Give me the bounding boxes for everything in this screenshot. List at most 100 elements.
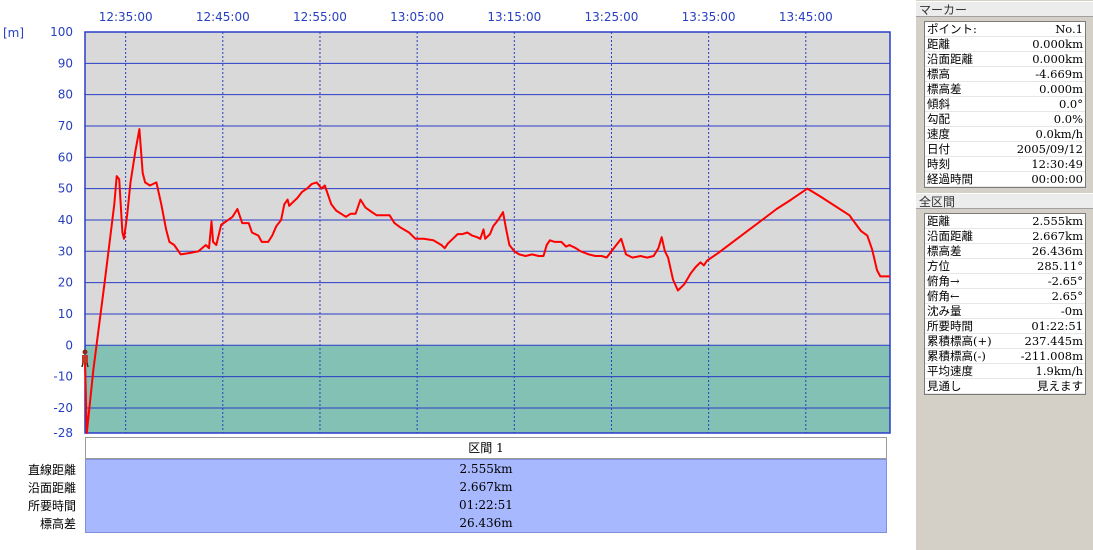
y-tick-label: 70 bbox=[58, 119, 73, 133]
marker-row-label: 標高 bbox=[927, 67, 950, 81]
marker-row: 標高 -4.669m bbox=[925, 67, 1085, 82]
marker-row: 傾斜 0.0° bbox=[925, 97, 1085, 112]
y-tick-label: 40 bbox=[58, 213, 73, 227]
summary-row-label: 標高差 bbox=[927, 244, 962, 258]
segment-label-elevation-diff: 標高差 bbox=[39, 517, 76, 531]
marker-row: 勾配 0.0% bbox=[925, 112, 1085, 127]
water-area bbox=[85, 345, 890, 433]
y-tick-label: 20 bbox=[58, 276, 73, 290]
summary-row-value: 2.65° bbox=[1051, 289, 1083, 303]
segment-surface-distance: 2.667km bbox=[459, 480, 513, 494]
segment-elevation-diff: 26.436m bbox=[459, 516, 513, 530]
marker-row: 標高差 0.000m bbox=[925, 82, 1085, 97]
y-tick-label: 50 bbox=[58, 182, 73, 196]
marker-row-label: 勾配 bbox=[927, 112, 950, 126]
summary-row-label: 所要時間 bbox=[927, 319, 973, 333]
summary-row-value: 2.667km bbox=[1032, 229, 1083, 243]
summary-row-value: 237.445m bbox=[1024, 334, 1083, 348]
marker-row: 経過時間 00:00:00 bbox=[925, 172, 1085, 187]
summary-row-value: -2.65° bbox=[1047, 274, 1083, 288]
summary-row-label: 距離 bbox=[927, 214, 950, 228]
segment-duration: 01:22:51 bbox=[459, 498, 513, 512]
marker-row-label: 時刻 bbox=[927, 157, 950, 171]
y-tick-label: 90 bbox=[58, 56, 73, 70]
marker-body bbox=[82, 355, 88, 364]
x-tick-label: 13:05:00 bbox=[390, 10, 444, 24]
segment-straight-distance: 2.555km bbox=[459, 462, 513, 476]
marker-row: ポイント: No.1 bbox=[925, 22, 1085, 37]
marker-row-value: 0.0km/h bbox=[1035, 127, 1083, 141]
segment-values[interactable]: 2.555km 2.667km 01:22:51 26.436m bbox=[85, 459, 887, 533]
summary-row-value: 26.436m bbox=[1031, 244, 1083, 258]
marker-row-label: 距離 bbox=[927, 37, 950, 51]
summary-row: 累積標高(-) -211.008m bbox=[925, 349, 1085, 364]
summary-row-label: 沿面距離 bbox=[927, 229, 973, 243]
x-tick-label: 13:25:00 bbox=[585, 10, 639, 24]
marker-head bbox=[82, 349, 88, 355]
marker-row: 時刻 12:30:49 bbox=[925, 157, 1085, 172]
y-axis-unit-label: [m] bbox=[3, 26, 24, 40]
y-tick-label: 10 bbox=[58, 307, 73, 321]
summary-row: 標高差 26.436m bbox=[925, 244, 1085, 259]
x-tick-label: 12:45:00 bbox=[196, 10, 250, 24]
summary-row: 距離 2.555km bbox=[925, 214, 1085, 229]
summary-row-value: 2.555km bbox=[1032, 214, 1083, 228]
summary-row: 所要時間 01:22:51 bbox=[925, 319, 1085, 334]
marker-leg bbox=[86, 362, 89, 368]
y-tick-label: 0 bbox=[65, 338, 73, 352]
y-tick-label: -10 bbox=[53, 370, 73, 384]
summary-row: 累積標高(+) 237.445m bbox=[925, 334, 1085, 349]
summary-row: 沈み量 -0m bbox=[925, 304, 1085, 319]
marker-row-value: 12:30:49 bbox=[1031, 157, 1083, 171]
marker-row-value: 2005/09/12 bbox=[1016, 142, 1083, 156]
marker-row-label: 速度 bbox=[927, 127, 950, 141]
summary-row-value: -211.008m bbox=[1020, 349, 1083, 363]
marker-row-value: -4.669m bbox=[1035, 67, 1083, 81]
segment-header[interactable]: 区間 1 bbox=[85, 437, 887, 459]
summary-row-label: 累積標高(-) bbox=[927, 349, 986, 363]
marker-section-header[interactable]: マーカー bbox=[916, 1, 1093, 17]
summary-row: 方位 285.11° bbox=[925, 259, 1085, 274]
marker-row-value: 0.000m bbox=[1039, 82, 1083, 96]
marker-row: 沿面距離 0.000km bbox=[925, 52, 1085, 67]
summary-row: 俯角→ -2.65° bbox=[925, 274, 1085, 289]
marker-row-label: 日付 bbox=[927, 142, 950, 156]
x-tick-label: 13:35:00 bbox=[682, 10, 736, 24]
marker-row: 距離 0.000km bbox=[925, 37, 1085, 52]
segment-label-duration: 所要時間 bbox=[27, 499, 76, 513]
y-tick-label: 30 bbox=[58, 244, 73, 258]
summary-row-value: 01:22:51 bbox=[1031, 319, 1083, 333]
summary-row-label: 累積標高(+) bbox=[927, 334, 992, 348]
marker-leg bbox=[81, 362, 84, 368]
marker-row-value: 00:00:00 bbox=[1031, 172, 1083, 186]
segment-row-labels: 直線距離 沿面距離 所要時間 標高差 bbox=[0, 461, 76, 533]
marker-row-value: 0.000km bbox=[1032, 52, 1083, 66]
y-tick-label: -28 bbox=[53, 426, 73, 440]
summary-row: 見通し 見えます bbox=[925, 379, 1085, 394]
summary-row: 沿面距離 2.667km bbox=[925, 229, 1085, 244]
marker-row-label: 経過時間 bbox=[927, 172, 973, 186]
y-tick-label: -20 bbox=[53, 401, 73, 415]
y-tick-label: 60 bbox=[58, 150, 73, 164]
y-tick-label: 80 bbox=[58, 88, 73, 102]
summary-row-value: 見えます bbox=[1037, 379, 1083, 393]
marker-row-label: 標高差 bbox=[927, 82, 962, 96]
y-tick-label: 100 bbox=[50, 25, 73, 39]
summary-row-label: 平均速度 bbox=[927, 364, 973, 378]
x-tick-label: 13:45:00 bbox=[779, 10, 833, 24]
marker-row: 日付 2005/09/12 bbox=[925, 142, 1085, 157]
marker-row-label: 傾斜 bbox=[927, 97, 950, 111]
summary-row: 平均速度 1.9km/h bbox=[925, 364, 1085, 379]
marker-row-value: No.1 bbox=[1055, 22, 1083, 36]
segment-label-straight-distance: 直線距離 bbox=[27, 463, 76, 477]
summary-info-table: 距離 2.555km 沿面距離 2.667km 標高差 26.436m 方位 285.11° 俯… bbox=[924, 213, 1086, 395]
marker-row-value: 0.0% bbox=[1053, 112, 1083, 126]
marker-row: 速度 0.0km/h bbox=[925, 127, 1085, 142]
marker-row-label: 沿面距離 bbox=[927, 52, 973, 66]
summary-row-label: 俯角← bbox=[927, 289, 960, 303]
summary-row-value: 285.11° bbox=[1037, 259, 1083, 273]
summary-row-label: 見通し bbox=[927, 379, 962, 393]
summary-row-label: 方位 bbox=[927, 259, 950, 273]
summary-section-header[interactable]: 全区間 bbox=[916, 193, 1093, 209]
summary-row-label: 沈み量 bbox=[927, 304, 962, 318]
